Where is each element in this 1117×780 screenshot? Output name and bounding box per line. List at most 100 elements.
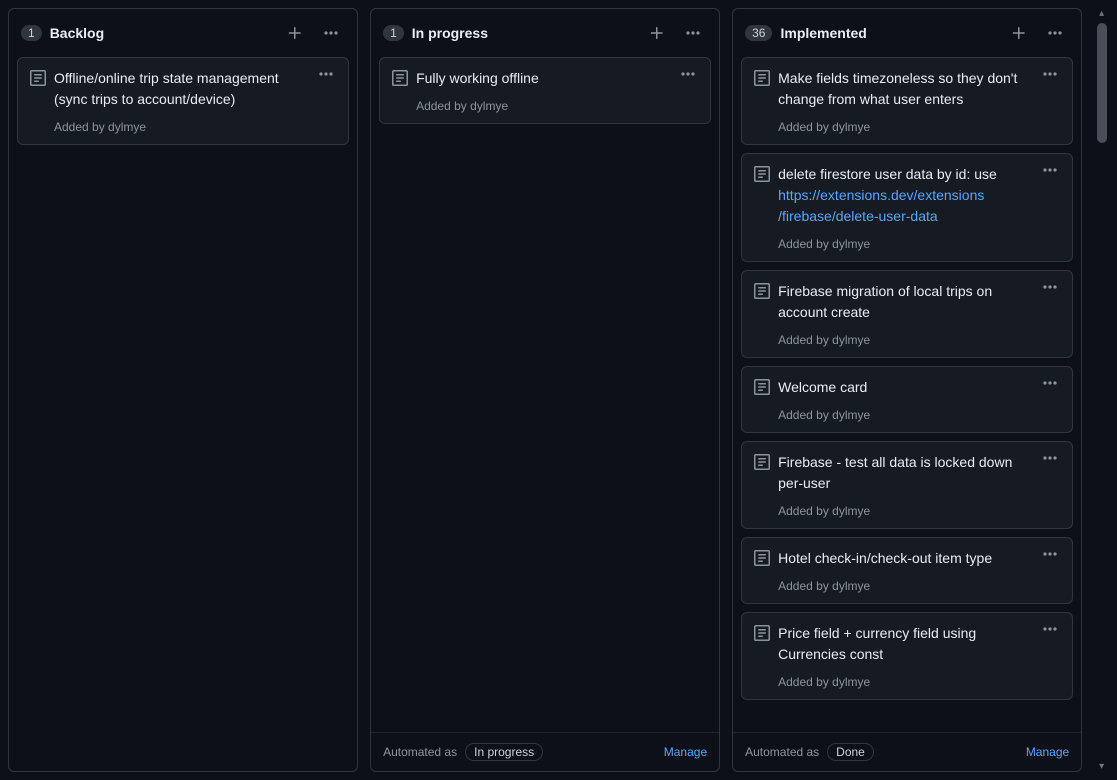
add-card-button[interactable] — [643, 19, 671, 47]
note-icon — [392, 70, 408, 86]
column-menu-button[interactable] — [317, 19, 345, 47]
scroll-down-icon[interactable]: ▾ — [1099, 761, 1104, 772]
card-title: Firebase migration of local trips on acc… — [778, 281, 1032, 323]
added-by-label: Added by — [778, 504, 832, 518]
column-title: In progress — [412, 25, 635, 41]
automated-label: Automated as — [745, 745, 819, 759]
added-by-label: Added by — [54, 120, 108, 134]
added-by-user[interactable]: dylmye — [832, 504, 870, 518]
card-text: Offline/online trip state management (sy… — [54, 70, 279, 107]
board-column: 1 Backlog Offline/online trip state manage… — [8, 8, 358, 772]
column-footer: Automated as In progress Manage — [371, 732, 719, 771]
column-footer: Automated as Done Manage — [733, 732, 1081, 771]
board-column: 1 In progress Fully working offline Added b… — [370, 8, 720, 772]
card[interactable]: Price field + currency field using Curre… — [741, 612, 1073, 700]
column-count-badge: 1 — [383, 25, 404, 41]
card-title: delete firestore user data by id: use ht… — [778, 164, 1032, 227]
manage-link[interactable]: Manage — [664, 745, 707, 759]
add-card-button[interactable] — [281, 19, 309, 47]
card-title: Price field + currency field using Curre… — [778, 623, 1032, 665]
added-by-user[interactable]: dylmye — [832, 120, 870, 134]
card-text: Firebase - test all data is locked down … — [778, 454, 1012, 491]
card[interactable]: Offline/online trip state management (sy… — [17, 57, 349, 145]
card-menu-button[interactable] — [316, 66, 336, 82]
column-menu-button[interactable] — [679, 19, 707, 47]
note-icon — [754, 379, 770, 395]
card-meta: Added by dylmye — [54, 120, 336, 134]
column-cards: Fully working offline Added by dylmye — [371, 57, 719, 732]
added-by-user[interactable]: dylmye — [108, 120, 146, 134]
card-menu-button[interactable] — [1040, 66, 1060, 82]
card-menu-button[interactable] — [1040, 279, 1060, 295]
added-by-user[interactable]: dylmye — [832, 675, 870, 689]
column-title: Backlog — [50, 25, 273, 41]
card-link[interactable]: https://extensions.dev/extensions — [778, 187, 984, 203]
card-title: Fully working offline — [416, 68, 670, 89]
added-by-label: Added by — [778, 579, 832, 593]
card-text: Hotel check-in/check-out item type — [778, 550, 992, 566]
card[interactable]: Make fields timezoneless so they don't c… — [741, 57, 1073, 145]
card-meta: Added by dylmye — [778, 408, 1060, 422]
card-menu-button[interactable] — [678, 66, 698, 82]
added-by-label: Added by — [778, 333, 832, 347]
column-title: Implemented — [780, 25, 997, 41]
card-menu-button[interactable] — [1040, 450, 1060, 466]
card[interactable]: Fully working offline Added by dylmye — [379, 57, 711, 124]
card[interactable]: Hotel check-in/check-out item type Added … — [741, 537, 1073, 604]
note-icon — [754, 70, 770, 86]
manage-link[interactable]: Manage — [1026, 745, 1069, 759]
column-cards: Offline/online trip state management (sy… — [9, 57, 357, 771]
add-card-button[interactable] — [1005, 19, 1033, 47]
note-icon — [754, 550, 770, 566]
scroll-track[interactable] — [1095, 23, 1109, 757]
card-meta: Added by dylmye — [416, 99, 698, 113]
card[interactable]: Firebase migration of local trips on acc… — [741, 270, 1073, 358]
card[interactable]: Firebase - test all data is locked down … — [741, 441, 1073, 529]
card-text: Make fields timezoneless so they don't c… — [778, 70, 1017, 107]
card-text: Price field + currency field using Curre… — [778, 625, 976, 662]
scroll-up-icon[interactable]: ▴ — [1099, 8, 1104, 19]
card-meta: Added by dylmye — [778, 504, 1060, 518]
page-scrollbar[interactable]: ▴▾ — [1094, 8, 1109, 772]
added-by-user[interactable]: dylmye — [832, 237, 870, 251]
card[interactable]: Welcome card Added by dylmye — [741, 366, 1073, 433]
card-title: Welcome card — [778, 377, 1032, 398]
card-menu-button[interactable] — [1040, 621, 1060, 637]
added-by-user[interactable]: dylmye — [832, 579, 870, 593]
card-menu-button[interactable] — [1040, 375, 1060, 391]
automation-status: In progress — [465, 743, 543, 761]
card-meta: Added by dylmye — [778, 120, 1060, 134]
card-title: Firebase - test all data is locked down … — [778, 452, 1032, 494]
note-icon — [30, 70, 46, 86]
card-meta: Added by dylmye — [778, 333, 1060, 347]
column-menu-button[interactable] — [1041, 19, 1069, 47]
card-menu-button[interactable] — [1040, 546, 1060, 562]
column-header: 1 Backlog — [9, 9, 357, 57]
automation-status: Done — [827, 743, 874, 761]
card-link[interactable]: /firebase/delete-user-data — [778, 208, 938, 224]
added-by-label: Added by — [778, 408, 832, 422]
card-text: Fully working offline — [416, 70, 539, 86]
column-count-badge: 1 — [21, 25, 42, 41]
card-text: Firebase migration of local trips on acc… — [778, 283, 992, 320]
added-by-label: Added by — [778, 237, 832, 251]
added-by-user[interactable]: dylmye — [832, 408, 870, 422]
card-meta: Added by dylmye — [778, 675, 1060, 689]
automated-label: Automated as — [383, 745, 457, 759]
column-header: 36Implemented — [733, 9, 1081, 57]
note-icon — [754, 166, 770, 182]
column-cards: Make fields timezoneless so they don't c… — [733, 57, 1081, 732]
added-by-label: Added by — [416, 99, 470, 113]
card-title: Offline/online trip state management (sy… — [54, 68, 308, 110]
scroll-thumb[interactable] — [1097, 23, 1107, 143]
card-menu-button[interactable] — [1040, 162, 1060, 178]
added-by-user[interactable]: dylmye — [832, 333, 870, 347]
added-by-user[interactable]: dylmye — [470, 99, 508, 113]
card-title: Make fields timezoneless so they don't c… — [778, 68, 1032, 110]
added-by-label: Added by — [778, 675, 832, 689]
column-header: 1 In progress — [371, 9, 719, 57]
card-text: Welcome card — [778, 379, 867, 395]
card[interactable]: delete firestore user data by id: use ht… — [741, 153, 1073, 262]
board-column: 36Implemented Make fields timezoneless so… — [732, 8, 1082, 772]
added-by-label: Added by — [778, 120, 832, 134]
